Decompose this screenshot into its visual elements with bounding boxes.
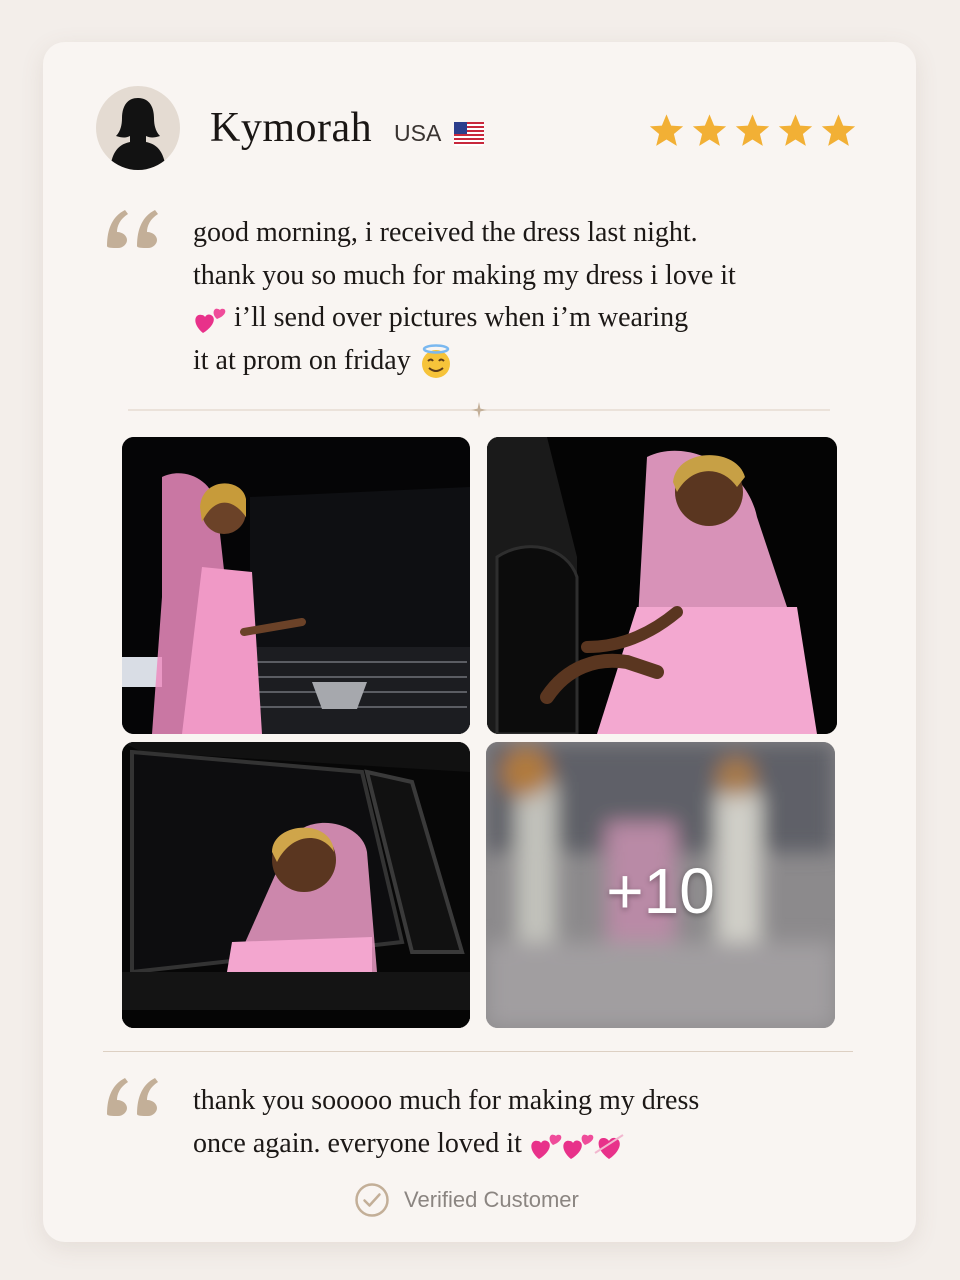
- us-flag-icon: [454, 122, 484, 146]
- followup-line: once again. everyone loved it: [193, 1127, 529, 1159]
- review-line-3: i’ll send over pictures when i’m wearing: [193, 297, 803, 340]
- review-photo[interactable]: [122, 437, 470, 734]
- two-hearts-icon: [563, 1134, 594, 1160]
- review-line: good morning, i received the dress last …: [193, 217, 698, 248]
- star-icon: [692, 114, 727, 146]
- followup-line-2: once again. everyone loved it: [193, 1123, 773, 1166]
- review-text: good morning, i received the dress last …: [193, 212, 803, 382]
- reviewer-country: USA: [394, 120, 442, 146]
- heart-with-arrow-icon: [594, 1134, 624, 1160]
- photo-car-front-image: [122, 437, 470, 734]
- review-line: thank you so much for making my dress i …: [193, 259, 736, 291]
- quote-mark-icon: [107, 1078, 158, 1116]
- review-photo[interactable]: [487, 437, 837, 734]
- star-icon: [778, 114, 813, 146]
- review-line: i’ll send over pictures when i’m wearing: [227, 302, 689, 333]
- star-icon: [649, 114, 684, 146]
- quote-mark-icon: [107, 210, 158, 248]
- review-line-4: it at prom on friday: [193, 340, 803, 383]
- hearts-emoji-group: [531, 1134, 624, 1160]
- check-circle-icon: [355, 1183, 389, 1217]
- sparkle-icon: [471, 402, 487, 418]
- divider: [103, 1051, 853, 1052]
- review-line: it at prom on friday: [193, 344, 418, 376]
- photo-car-window-image: [122, 742, 470, 1028]
- smiling-face-with-halo-icon: [421, 344, 450, 379]
- more-photos-button[interactable]: +10: [486, 742, 835, 1028]
- verified-badge: Verified Customer: [354, 1182, 579, 1218]
- star-rating: [648, 112, 857, 149]
- star-icon: [735, 114, 770, 146]
- followup-text: thank you sooooo much for making my dres…: [193, 1080, 773, 1165]
- more-photos-count: +10: [606, 855, 715, 927]
- star-icon: [821, 114, 856, 146]
- photo-seated-in-car-image: [487, 437, 837, 734]
- reviewer-name: Kymorah: [210, 105, 373, 151]
- review-photo[interactable]: [122, 742, 470, 1028]
- user-silhouette-icon: [110, 98, 166, 170]
- followup-line: thank you sooooo much for making my dres…: [193, 1085, 700, 1116]
- avatar: [96, 86, 180, 170]
- two-hearts-icon: [195, 308, 226, 333]
- two-hearts-icon: [531, 1134, 562, 1160]
- verified-label: Verified Customer: [404, 1187, 579, 1212]
